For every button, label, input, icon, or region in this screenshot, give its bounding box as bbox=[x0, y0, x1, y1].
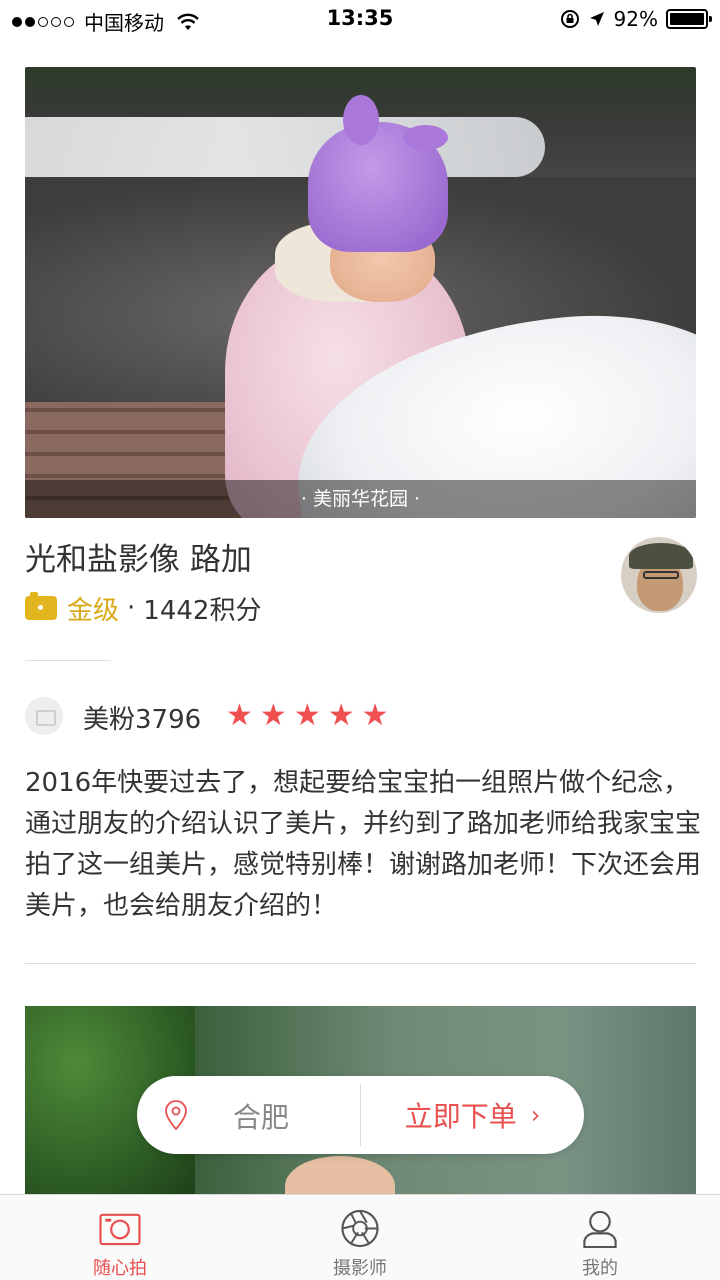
review-text: 2016年快要过去了，想起要给宝宝拍一组照片做个纪念，通过朋友的介绍认识了美片，… bbox=[25, 768, 702, 921]
feature-photo[interactable]: · 美丽华花园 · bbox=[25, 67, 696, 518]
person-icon bbox=[583, 1210, 617, 1248]
tab-photographers[interactable]: 摄影师 bbox=[240, 1195, 480, 1280]
order-now-label: 立即下单 bbox=[404, 1100, 517, 1133]
bottom-tab-bar: 随心拍 摄影师 我的 bbox=[0, 1194, 720, 1280]
section-divider bbox=[25, 963, 696, 964]
aperture-icon bbox=[341, 1209, 379, 1248]
star-icon: ★ bbox=[361, 698, 389, 733]
tab-me[interactable]: 我的 bbox=[480, 1195, 720, 1280]
status-right: 92% bbox=[560, 7, 712, 31]
star-icon: ★ bbox=[259, 698, 287, 733]
separator-dot: · bbox=[127, 593, 136, 623]
star-icon: ★ bbox=[226, 698, 253, 733]
tab-label: 摄影师 bbox=[333, 1258, 387, 1279]
rating-stars: ★ ★ ★ ★ ★ bbox=[226, 699, 389, 733]
tab-snapshot[interactable]: 随心拍 bbox=[0, 1195, 240, 1280]
star-icon: ★ bbox=[327, 698, 355, 733]
order-bar: 合肥 立即下单 › bbox=[137, 1076, 584, 1154]
location-pin-icon[interactable] bbox=[165, 1100, 187, 1130]
tab-label: 随心拍 bbox=[93, 1258, 147, 1279]
battery-icon bbox=[666, 9, 712, 29]
city-selector[interactable]: 合肥 bbox=[233, 1096, 289, 1136]
camera-icon bbox=[99, 1213, 141, 1246]
short-divider bbox=[25, 660, 111, 661]
location-arrow-icon bbox=[589, 12, 604, 26]
photographer-level: 金级 bbox=[67, 595, 120, 626]
battery-percent: 92% bbox=[613, 7, 658, 31]
order-now-button[interactable]: 立即下单 › bbox=[361, 1076, 584, 1154]
status-bar: 中国移动 13:35 92% bbox=[0, 0, 720, 40]
tab-label: 我的 bbox=[582, 1258, 618, 1279]
star-icon: ★ bbox=[293, 698, 321, 733]
reviewer-avatar-icon bbox=[25, 697, 63, 735]
chevron-right-icon: › bbox=[530, 1101, 541, 1129]
rotation-lock-icon bbox=[560, 10, 579, 28]
photographer-points: 1442积分 bbox=[143, 595, 262, 626]
photographer-level-row: 金级 · 1442积分 bbox=[25, 591, 262, 626]
reviewer-name: 美粉3796 bbox=[83, 705, 202, 735]
photographer-name[interactable]: 光和盐影像 路加 bbox=[25, 534, 252, 579]
photographer-avatar[interactable] bbox=[621, 537, 697, 613]
camera-badge-icon bbox=[25, 592, 57, 620]
photo-location-caption: · 美丽华花园 · bbox=[25, 480, 696, 518]
